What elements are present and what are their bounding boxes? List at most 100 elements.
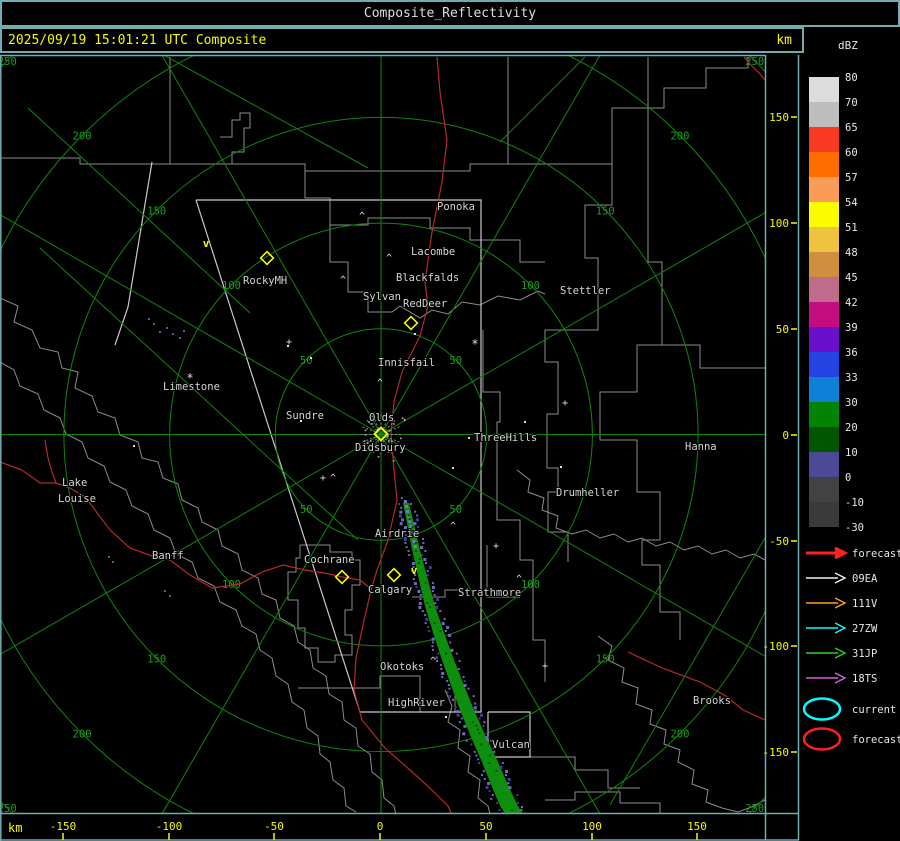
- precip-core-texture: [415, 550, 417, 552]
- town-dot: [524, 421, 526, 423]
- weak-echo-speck: [166, 327, 168, 329]
- colorbar-value-label: -10: [845, 497, 864, 509]
- highway-line: [628, 652, 765, 720]
- precip-speckle: [398, 503, 400, 505]
- colorbar-swatch: [809, 102, 839, 127]
- radar-site-dot: [393, 460, 395, 462]
- precip-speckle: [400, 522, 403, 525]
- county-boundary: [662, 345, 765, 368]
- ring-distance-label: 150: [596, 205, 615, 217]
- radar-map-canvas[interactable]: 5050505010010010010015015015015020020020…: [0, 0, 900, 841]
- river-or-terrain-line: [0, 362, 356, 812]
- river-or-terrain-line: [598, 636, 765, 812]
- precip-speckle: [425, 562, 427, 564]
- precip-speckle: [432, 638, 435, 641]
- weak-echo-speck: [183, 330, 185, 332]
- radar-site-dot: [404, 420, 406, 422]
- bottom-axis-unit-label: km: [8, 821, 22, 835]
- colorbar-value-label: -30: [845, 522, 864, 534]
- precip-speckle: [479, 717, 481, 719]
- caret-marker-icon: ^: [450, 521, 456, 532]
- precip-core-texture: [489, 755, 491, 757]
- precip-speckle: [446, 691, 448, 693]
- precip-speckle: [419, 598, 421, 600]
- city-label: Olds: [369, 412, 394, 424]
- precip-speckle: [428, 630, 430, 632]
- precip-speckle: [475, 710, 477, 712]
- precip-speckle: [455, 706, 457, 708]
- precip-weak-echo: [414, 545, 417, 548]
- river-or-terrain-line: [517, 470, 765, 560]
- precip-band-echo: [403, 503, 524, 815]
- precip-speckle: [432, 586, 435, 589]
- precip-weak-echo: [408, 520, 411, 523]
- graticule-line: [610, 538, 765, 805]
- right-axis-tick-label: 0: [782, 429, 789, 442]
- colorbar-value-label: 20: [845, 422, 858, 434]
- city-label: Innisfail: [378, 357, 435, 369]
- precip-speckle: [419, 602, 422, 605]
- precip-speckle: [482, 725, 484, 727]
- precip-core-texture: [409, 518, 411, 520]
- precip-speckle: [427, 574, 429, 576]
- precip-speckle: [464, 680, 466, 682]
- precip-speckle: [470, 743, 472, 745]
- precip-speckle: [475, 755, 477, 757]
- precip-speckle: [427, 570, 429, 572]
- precip-speckle: [432, 641, 434, 643]
- precip-core-texture: [418, 562, 420, 564]
- ring-distance-label: 100: [521, 280, 540, 292]
- caret-marker-icon: ^: [330, 473, 336, 484]
- ring-distance-label: 50: [449, 504, 462, 516]
- county-boundary: [483, 330, 545, 682]
- weak-echo-speck: [401, 497, 403, 499]
- city-label: Hanna: [685, 441, 717, 453]
- city-label: RedDeer: [403, 298, 447, 310]
- colorbar-value-label: 51: [845, 222, 858, 234]
- precip-core-texture: [425, 582, 427, 584]
- precip-weak-echo: [406, 510, 409, 513]
- precip-speckle: [487, 732, 489, 734]
- precip-speckle: [483, 721, 485, 723]
- county-boundary: [508, 57, 648, 164]
- legend-item-label: 111V: [852, 598, 878, 610]
- precip-speckle: [520, 809, 522, 811]
- colorbar-swatch: [809, 427, 839, 452]
- precip-core-texture: [495, 770, 497, 772]
- right-axis-tick-label: 150: [769, 111, 789, 124]
- precip-speckle: [439, 610, 441, 612]
- precip-speckle: [474, 706, 477, 709]
- ring-distance-label: 50: [449, 355, 462, 367]
- precip-speckle: [493, 751, 495, 753]
- precip-speckle: [459, 721, 461, 723]
- precip-speckle: [463, 676, 465, 678]
- precip-weak-echo: [405, 505, 408, 508]
- precip-speckle: [487, 729, 489, 731]
- precip-speckle: [444, 618, 446, 620]
- county-boundary: [545, 164, 612, 562]
- precip-speckle: [399, 515, 402, 518]
- precip-core-texture: [475, 725, 477, 727]
- precip-speckle: [408, 550, 410, 552]
- legend-arrow-head-icon: [835, 548, 845, 558]
- legend-item-label: forecast: [852, 734, 900, 746]
- precip-speckle: [490, 798, 492, 800]
- precip-speckle: [466, 740, 468, 742]
- city-label: Strathmore: [458, 587, 521, 599]
- city-label: Blackfalds: [396, 272, 459, 284]
- precip-speckle: [424, 614, 426, 616]
- city-label: Louise: [58, 493, 96, 505]
- precip-speckle: [431, 645, 433, 647]
- colorbar-swatch: [809, 477, 839, 502]
- precip-speckle: [425, 618, 428, 621]
- precip-speckle: [480, 714, 483, 717]
- precip-weak-echo: [404, 500, 407, 503]
- city-label: HighRiver: [388, 697, 445, 709]
- legend-item-label: 09EA: [852, 573, 878, 585]
- precip-core-texture: [479, 732, 481, 734]
- town-dot: [310, 357, 312, 359]
- right-axis-tick-label: -100: [763, 640, 790, 653]
- plus-marker-icon: +: [562, 398, 568, 409]
- precip-speckle: [449, 641, 451, 643]
- bottom-axis-tick-label: -150: [50, 820, 77, 833]
